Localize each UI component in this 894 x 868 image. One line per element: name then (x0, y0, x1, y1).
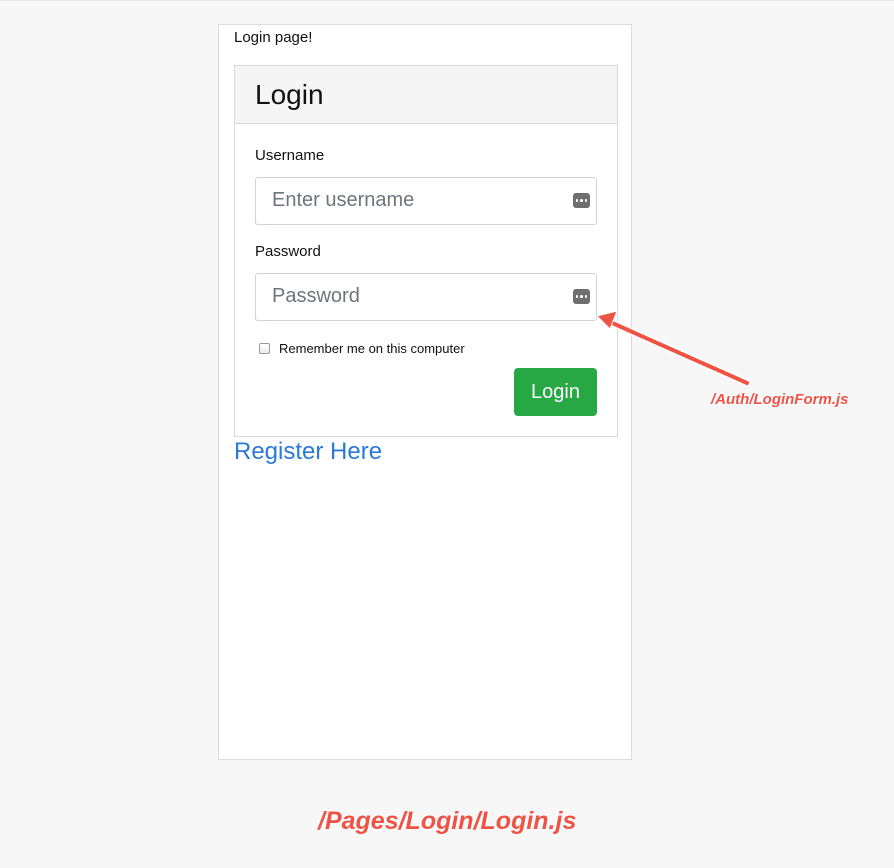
component-annotation-label: /Auth/LoginForm.js (711, 391, 849, 408)
page-annotation-label: /Pages/Login/Login.js (318, 807, 577, 835)
annotation-arrow-shaft (608, 320, 749, 385)
annotation-arrow (596, 310, 751, 387)
